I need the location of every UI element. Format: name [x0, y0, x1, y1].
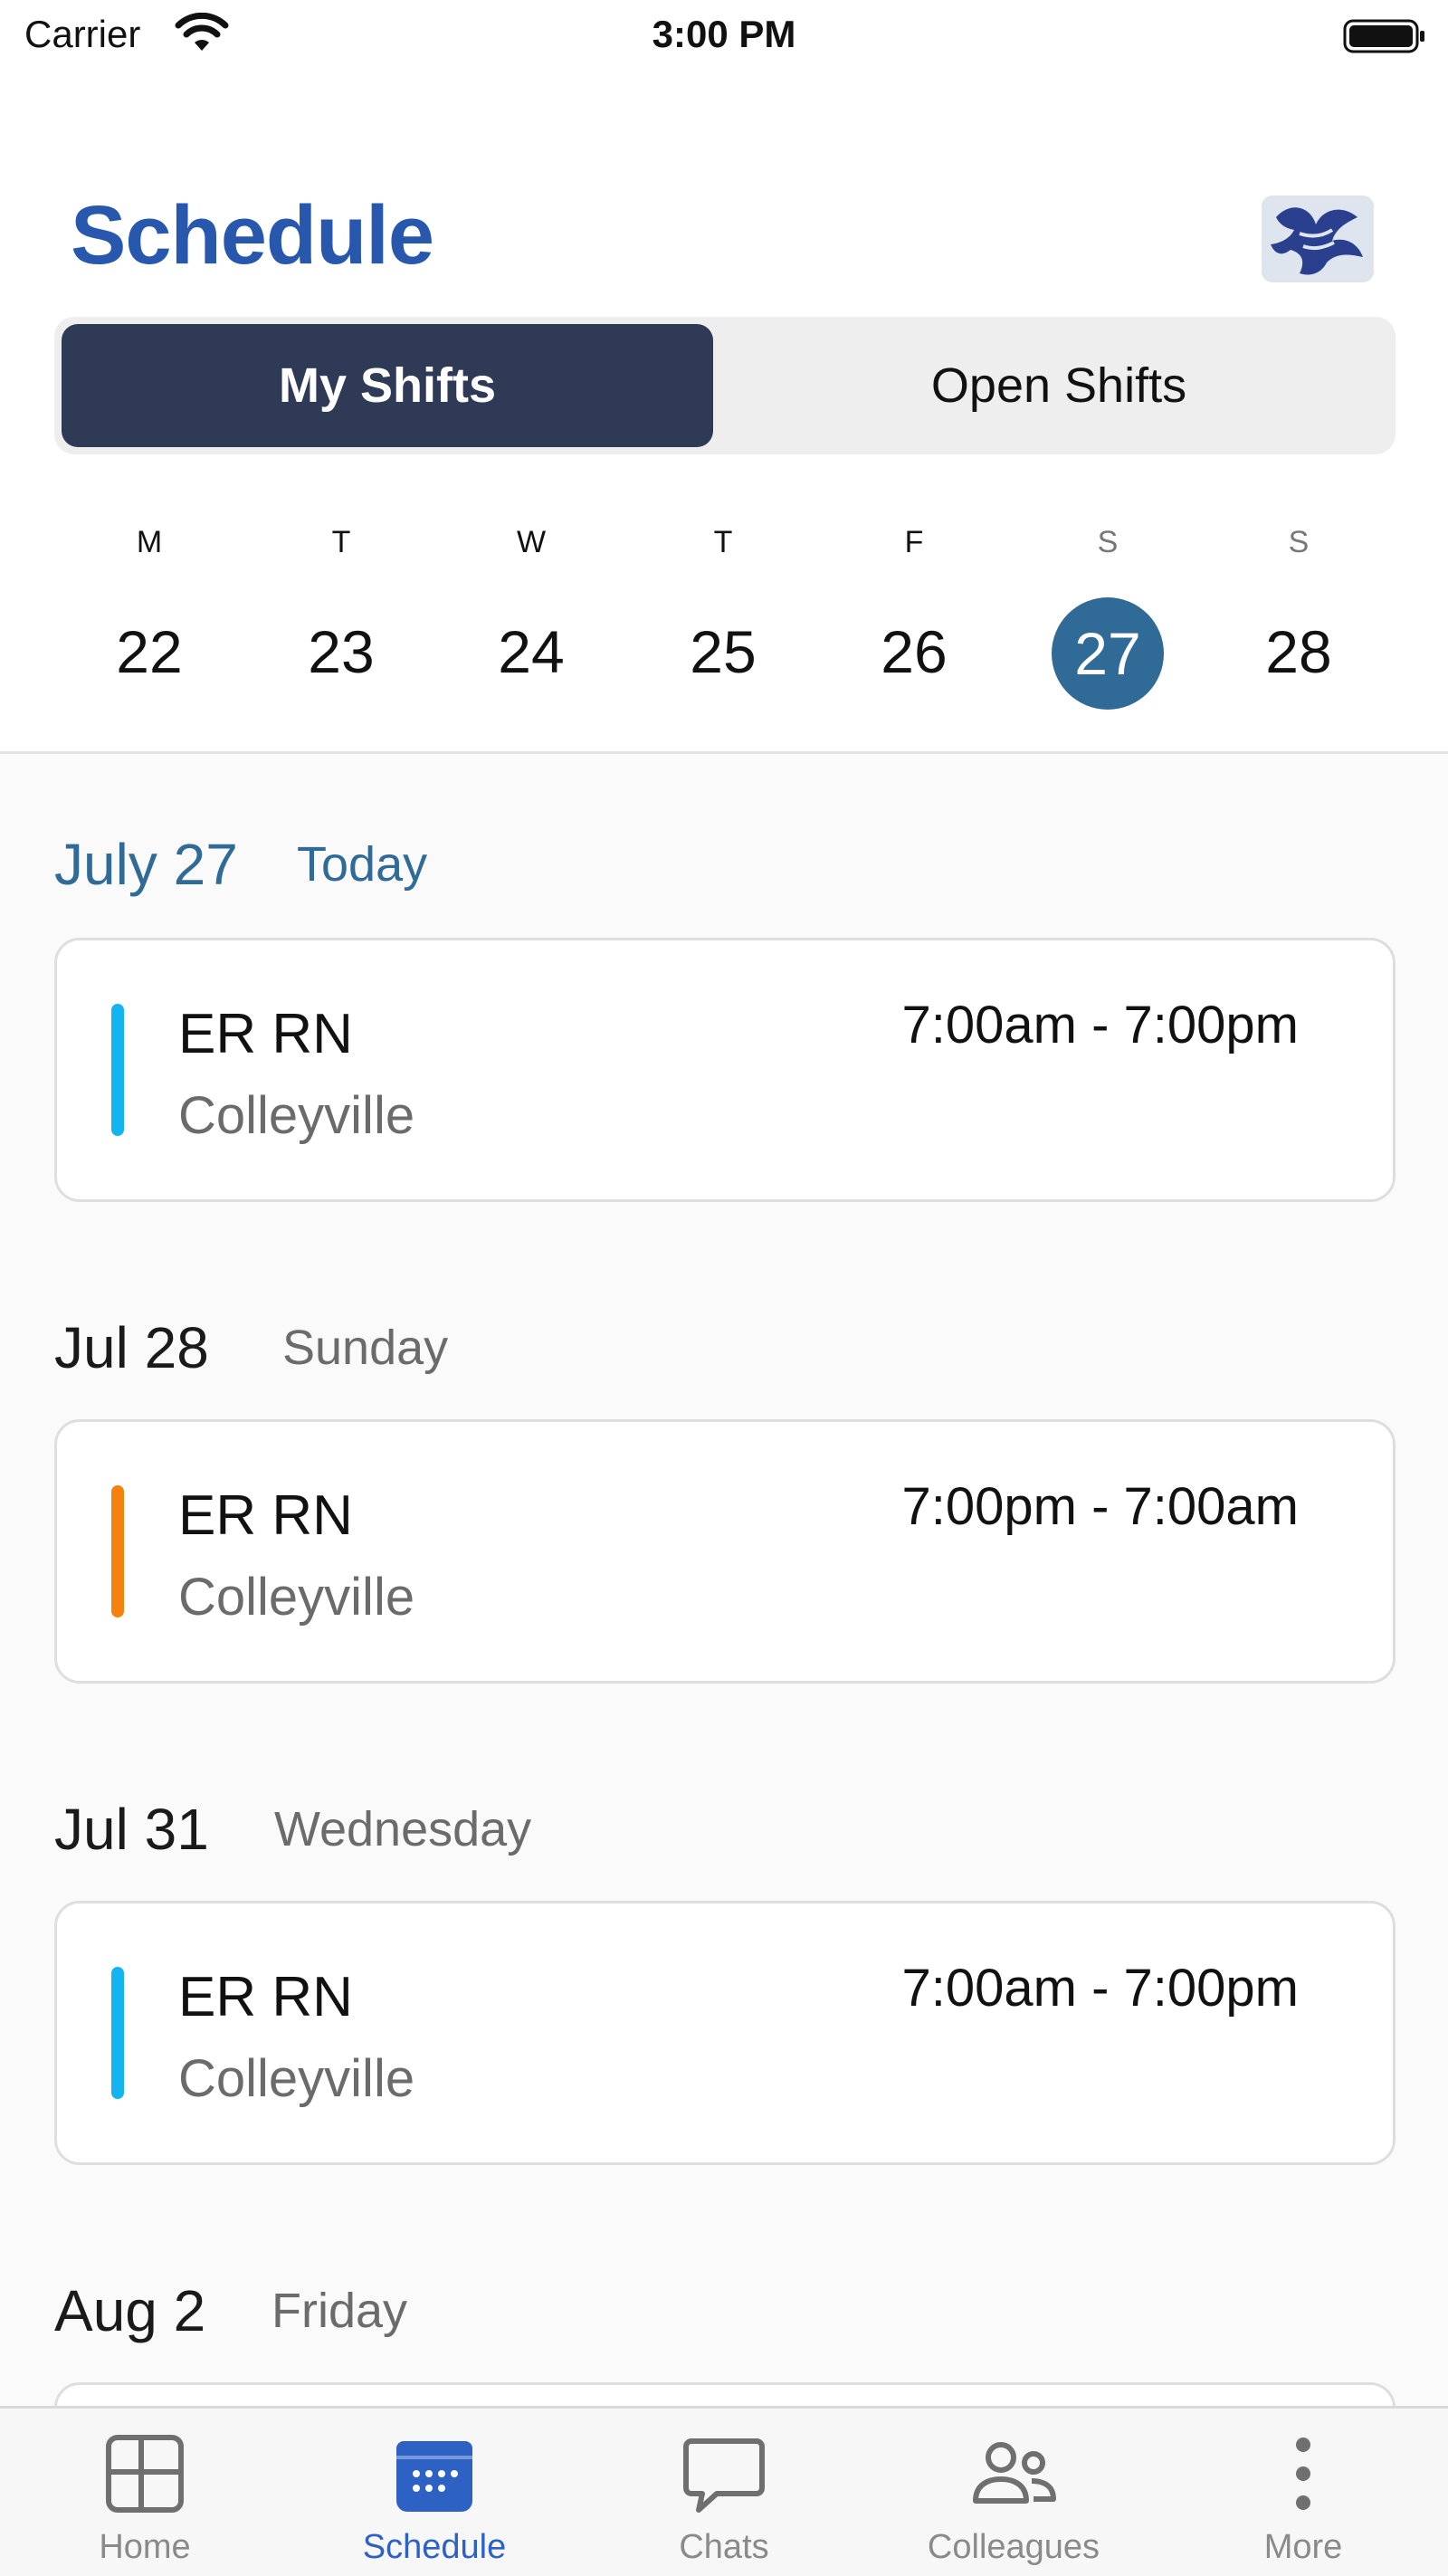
avatar-image [1263, 197, 1372, 281]
shift-location: Colleyville [178, 1086, 415, 1145]
profile-avatar[interactable] [1263, 197, 1372, 281]
my-shifts-tab[interactable]: My Shifts [62, 324, 713, 447]
shift-time: 7:00am - 7:00pm [901, 1959, 1299, 2018]
shift-color-bar [111, 1004, 124, 1136]
battery-icon [1343, 19, 1424, 53]
shift-color-bar [111, 1485, 124, 1617]
section-date: Jul 28 [54, 1315, 209, 1380]
clock: 3:00 PM [652, 13, 796, 55]
page-title: Schedule [71, 189, 434, 281]
day-number: 25 [690, 618, 757, 685]
day-letter: T [331, 525, 351, 559]
section-date: Aug 2 [54, 2278, 206, 2343]
shift-card[interactable]: ER RN Colleyville 7:00am - 7:00pm [54, 938, 1396, 1202]
day-number: 24 [498, 618, 565, 685]
section-subtitle: Wednesday [274, 1802, 532, 1856]
section-date: July 27 [54, 832, 238, 897]
tab-label: More [1263, 2528, 1343, 2566]
tab-label: Chats [679, 2528, 769, 2566]
tab-colleagues[interactable]: Colleagues [869, 2409, 1158, 2576]
tab-home[interactable]: Home [0, 2409, 290, 2576]
day-number: 22 [116, 618, 183, 685]
day-number: 26 [881, 618, 948, 685]
shift-role: ER RN [178, 1966, 353, 2028]
shift-time: 7:00pm - 7:00am [901, 1477, 1299, 1536]
home-grid-icon [106, 2435, 184, 2513]
open-shifts-tab[interactable]: Open Shifts [733, 324, 1385, 447]
tab-chats[interactable]: Chats [579, 2409, 869, 2576]
tab-label: Home [99, 2528, 191, 2566]
shift-segmented-control: My Shifts Open Shifts [54, 317, 1396, 454]
tab-label: Schedule [362, 2528, 507, 2566]
day-number: 23 [308, 618, 375, 685]
day-letter: W [516, 525, 547, 559]
day-letter: S [1288, 525, 1310, 559]
shift-role: ER RN [178, 1003, 353, 1065]
shift-card[interactable]: ER RN Colleyville 7:00am - 7:00pm [54, 1901, 1396, 2165]
chat-bubble-icon [683, 2438, 765, 2513]
more-vertical-icon [1296, 2438, 1310, 2510]
day-letter: T [713, 525, 733, 559]
shift-location: Colleyville [178, 2049, 415, 2108]
day-number: 28 [1265, 618, 1332, 685]
schedule-screen: Carrier 3:00 PM Schedule My Shifts Open … [0, 0, 1448, 2576]
section-subtitle: Today [297, 837, 428, 892]
day-number: 27 [1026, 597, 1189, 710]
header-area: Carrier 3:00 PM Schedule My Shifts Open … [0, 0, 1448, 754]
section-subtitle: Friday [272, 2284, 408, 2338]
tab-label: Colleagues [927, 2528, 1100, 2566]
section-subtitle: Sunday [282, 1321, 449, 1375]
shift-location: Colleyville [178, 1568, 415, 1627]
people-icon [973, 2442, 1056, 2504]
tab-bar: Home Schedule Chats Colleagues More [0, 2406, 1448, 2576]
shift-color-bar [111, 1967, 124, 2099]
tab-schedule[interactable]: Schedule [290, 2409, 579, 2576]
shift-role: ER RN [178, 1484, 353, 1547]
shift-card[interactable]: ER RN Colleyville 7:00pm - 7:00am [54, 1419, 1396, 1684]
section-date: Jul 31 [54, 1797, 209, 1862]
tab-more[interactable]: More [1158, 2409, 1448, 2576]
day-letter: S [1097, 525, 1119, 559]
shift-time: 7:00am - 7:00pm [901, 996, 1299, 1054]
week-strip: M 22 T 23 W 24 T 25 F 26 S 27 S 28 [0, 516, 1448, 715]
day-letter: M [136, 525, 163, 559]
status-bar: Carrier 3:00 PM [0, 0, 1448, 72]
calendar-icon [396, 2441, 472, 2512]
day-letter: F [904, 525, 924, 559]
